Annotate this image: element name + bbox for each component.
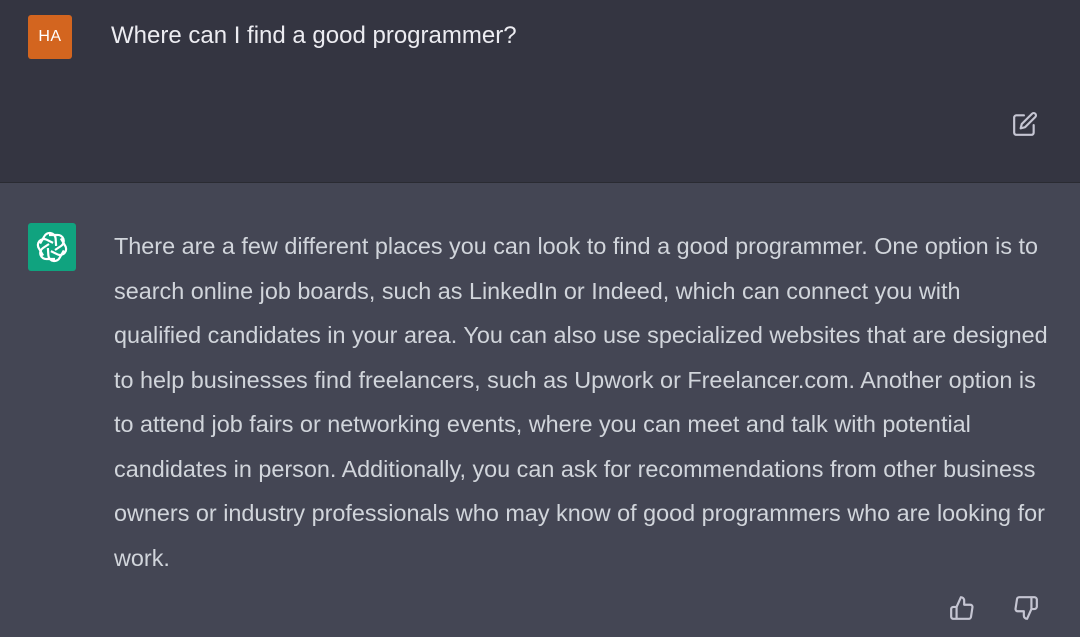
chat-conversation: HA Where can I find a good programmer? T… bbox=[0, 0, 1080, 637]
assistant-message-paragraph: There are a few different places you can… bbox=[114, 233, 1048, 571]
openai-logo-icon bbox=[36, 231, 68, 263]
user-message-row: HA Where can I find a good programmer? bbox=[0, 0, 1080, 182]
assistant-message-row: There are a few different places you can… bbox=[0, 182, 1080, 637]
assistant-message-text: There are a few different places you can… bbox=[114, 224, 1054, 580]
user-avatar: HA bbox=[28, 15, 72, 59]
edit-icon bbox=[1013, 112, 1037, 136]
assistant-avatar bbox=[28, 223, 76, 271]
edit-message-button[interactable] bbox=[1009, 108, 1041, 140]
thumbs-down-icon bbox=[1014, 596, 1038, 620]
thumbs-up-button[interactable] bbox=[947, 593, 977, 623]
user-message-text: Where can I find a good programmer? bbox=[111, 22, 517, 49]
thumbs-down-button[interactable] bbox=[1011, 593, 1041, 623]
thumbs-up-icon bbox=[950, 596, 974, 620]
user-avatar-initials: HA bbox=[38, 28, 62, 45]
